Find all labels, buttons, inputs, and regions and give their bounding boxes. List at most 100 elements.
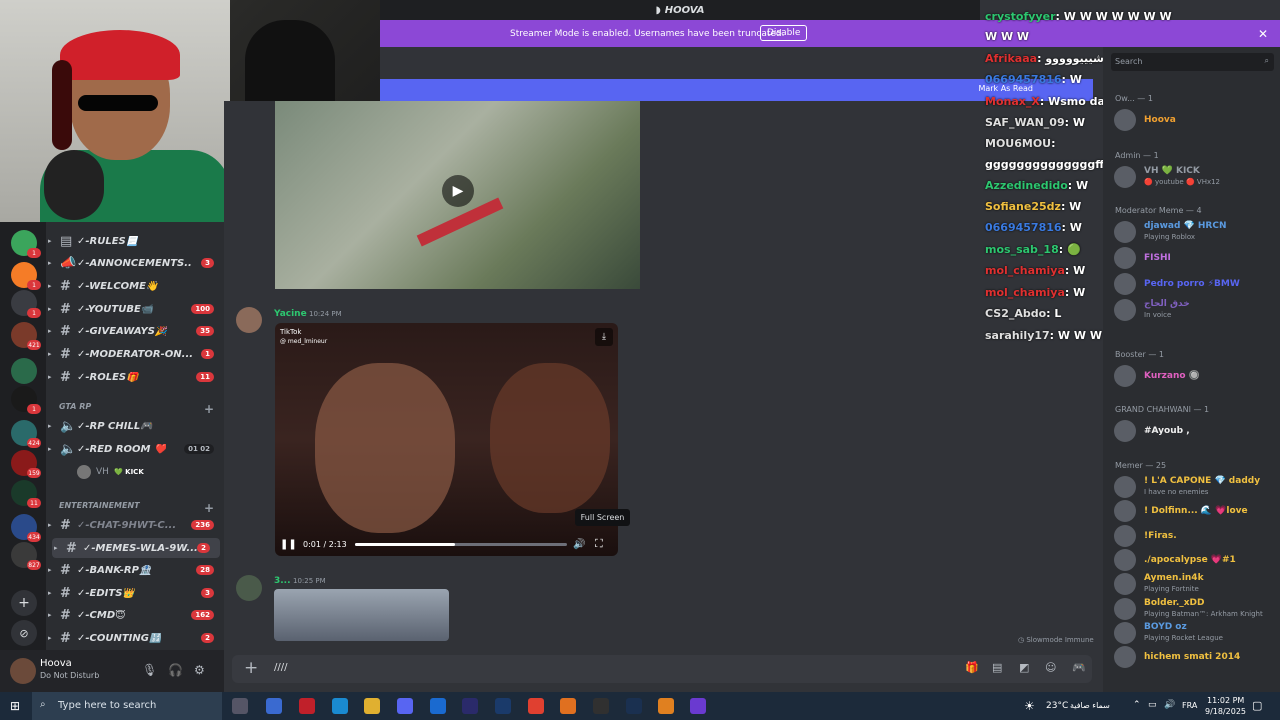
- photoshop-icon[interactable]: [495, 698, 511, 714]
- firefox-icon[interactable]: [560, 698, 576, 714]
- emoji-icon[interactable]: ☺: [1045, 661, 1056, 674]
- channel-item[interactable]: ▸ # ✓-WELCOME👋: [46, 276, 224, 296]
- message-author[interactable]: Yacine: [274, 309, 307, 319]
- channel-item[interactable]: ▸ # ✓-ROLES🎁 11: [46, 367, 224, 387]
- channel-item[interactable]: ▸ # ✓-GIVEAWAYS🎉 35: [46, 321, 224, 341]
- avatar[interactable]: [1114, 646, 1136, 668]
- taskbar-search[interactable]: ⌕ Type here to search: [32, 692, 222, 720]
- chrome-icon[interactable]: [528, 698, 544, 714]
- avatar[interactable]: [236, 575, 262, 601]
- channel-item[interactable]: ▸ # ✓-EDITS👑 3: [46, 583, 224, 603]
- category-entertainement[interactable]: ENTERTAINEMENT +: [59, 501, 214, 515]
- member-item[interactable]: ! Dolfinn... 🌊 💗love: [1111, 497, 1276, 525]
- avatar[interactable]: [1114, 549, 1136, 571]
- avatar[interactable]: [1114, 247, 1136, 269]
- language-indicator[interactable]: FRA: [1182, 701, 1197, 710]
- avatar[interactable]: [1114, 622, 1136, 644]
- member-item[interactable]: Aymen.in4k Playing Fortnite: [1111, 570, 1276, 598]
- message-input[interactable]: + //// 🎁 ▤ ◩ ☺ 🎮: [232, 655, 1092, 683]
- avatar[interactable]: [1114, 221, 1136, 243]
- member-item[interactable]: Hoova: [1111, 106, 1276, 134]
- play-icon[interactable]: ▶: [442, 175, 474, 207]
- weather-icon[interactable]: ☀: [1024, 699, 1035, 713]
- avatar[interactable]: [1114, 420, 1136, 442]
- server-icon[interactable]: [11, 358, 37, 384]
- channel-item[interactable]: ▸ # ✓-MODERATOR-ON... 1: [46, 344, 224, 364]
- avatar[interactable]: [10, 658, 36, 684]
- channel-item[interactable]: ▸ # ✓-MEMES-WLA-9W... 2: [52, 538, 220, 558]
- discord-icon[interactable]: [397, 698, 413, 714]
- avatar[interactable]: [1114, 365, 1136, 387]
- channel-item[interactable]: ▸ # ✓-CHAT-9HWT-C... 236: [46, 515, 224, 535]
- channel-item[interactable]: ▸ # ✓-COUNTING🔢 2: [46, 628, 224, 648]
- weather-temp[interactable]: 23°C: [1046, 701, 1068, 711]
- channel-item[interactable]: ▸ 🔈 ✓-RED ROOM ❤️ 01 02: [46, 439, 224, 459]
- clock-time[interactable]: 11:02 PM: [1207, 696, 1244, 705]
- adobe-icon[interactable]: [299, 698, 315, 714]
- avatar[interactable]: [1114, 273, 1136, 295]
- avatar[interactable]: [1114, 109, 1136, 131]
- edge-icon[interactable]: [332, 698, 348, 714]
- member-item[interactable]: Pedro porro ⚡BMW: [1111, 270, 1276, 298]
- add-server-icon[interactable]: +: [11, 590, 37, 616]
- member-item[interactable]: FISHI: [1111, 244, 1276, 272]
- channel-item[interactable]: ▸ 📣 ✓-ANNONCEMENTS... 3: [46, 253, 224, 273]
- channel-item[interactable]: ▸ ▤ ✓-RULES📃: [46, 231, 224, 251]
- avatar[interactable]: [1114, 598, 1136, 620]
- channel-item[interactable]: ▸ 🔈 ✓-RP CHILL🎮: [46, 416, 224, 436]
- channel-item[interactable]: ▸ # ✓-CMD😇 162: [46, 605, 224, 625]
- network-icon[interactable]: ▭: [1148, 700, 1157, 710]
- explore-icon[interactable]: ⊘: [11, 620, 37, 646]
- notifications-icon[interactable]: ▢: [1252, 699, 1262, 712]
- obs-icon[interactable]: [593, 698, 609, 714]
- headphones-icon[interactable]: 🎧: [168, 663, 183, 677]
- channel-item[interactable]: ▸ # ✓-YOUTUBE📹 100: [46, 299, 224, 319]
- apps-icon[interactable]: 🎮: [1072, 661, 1086, 674]
- vlc-icon[interactable]: [658, 698, 674, 714]
- steam-icon[interactable]: [626, 698, 642, 714]
- speaker-icon[interactable]: 🔊: [1164, 700, 1175, 710]
- avatar[interactable]: [1114, 166, 1136, 188]
- add-channel-icon[interactable]: +: [204, 501, 214, 515]
- video-progress-bar[interactable]: [355, 543, 567, 546]
- sticker-icon[interactable]: ◩: [1019, 661, 1029, 674]
- add-channel-icon[interactable]: +: [204, 402, 214, 416]
- clock-date[interactable]: 9/18/2025: [1205, 707, 1246, 716]
- gift-icon[interactable]: 🎁: [965, 661, 979, 674]
- avatar[interactable]: [1114, 500, 1136, 522]
- member-item[interactable]: #Ayoub ,: [1111, 417, 1276, 445]
- search-input[interactable]: Search ⌕: [1111, 53, 1274, 71]
- task-view-icon[interactable]: [232, 698, 248, 714]
- tray-chevron-icon[interactable]: ⌃: [1133, 700, 1141, 710]
- member-item[interactable]: hichem smati 2014: [1111, 643, 1276, 671]
- store-icon[interactable]: [266, 698, 282, 714]
- gear-icon[interactable]: ⚙: [194, 663, 205, 677]
- download-icon[interactable]: ⤓: [595, 328, 613, 346]
- add-attachment-icon[interactable]: +: [244, 658, 258, 678]
- member-item[interactable]: djawad 💎 HRCN Playing Roblox: [1111, 218, 1276, 246]
- member-item[interactable]: Kurzano 🔘: [1111, 362, 1276, 390]
- video-player[interactable]: TikTok @ med_lmineur ⤓ ❚❚ 0:01 / 2:13 🔊 …: [275, 323, 618, 556]
- image-attachment[interactable]: [274, 589, 449, 641]
- outlook-icon[interactable]: [430, 698, 446, 714]
- voice-user[interactable]: VH 💚 KICK: [46, 462, 224, 482]
- gif-icon[interactable]: ▤: [992, 661, 1002, 674]
- member-item[interactable]: VH 💚 KICK 🔴 youtube 🔴 VHx12: [1111, 163, 1276, 191]
- pause-icon[interactable]: ❚❚: [280, 539, 297, 550]
- avatar[interactable]: [1114, 525, 1136, 547]
- video-attachment[interactable]: ▶: [275, 101, 640, 289]
- member-item[interactable]: خدق الحاج In voice: [1111, 296, 1276, 324]
- message-author[interactable]: 3...: [274, 576, 291, 586]
- fullscreen-icon[interactable]: ⛶: [595, 537, 603, 551]
- app-icon[interactable]: [690, 698, 706, 714]
- close-icon[interactable]: ✕: [1258, 27, 1268, 41]
- message-input-text[interactable]: ////: [274, 662, 287, 673]
- file-explorer-icon[interactable]: [364, 698, 380, 714]
- disable-streamer-button[interactable]: Disable: [760, 25, 808, 41]
- premiere-icon[interactable]: [462, 698, 478, 714]
- microphone-icon[interactable]: 🎙: [142, 663, 157, 677]
- avatar[interactable]: [1114, 476, 1136, 498]
- channel-item[interactable]: ▸ # ✓-BANK-RP🏦 28: [46, 560, 224, 580]
- volume-icon[interactable]: 🔊: [573, 539, 585, 550]
- windows-start-icon[interactable]: ⊞: [10, 699, 20, 713]
